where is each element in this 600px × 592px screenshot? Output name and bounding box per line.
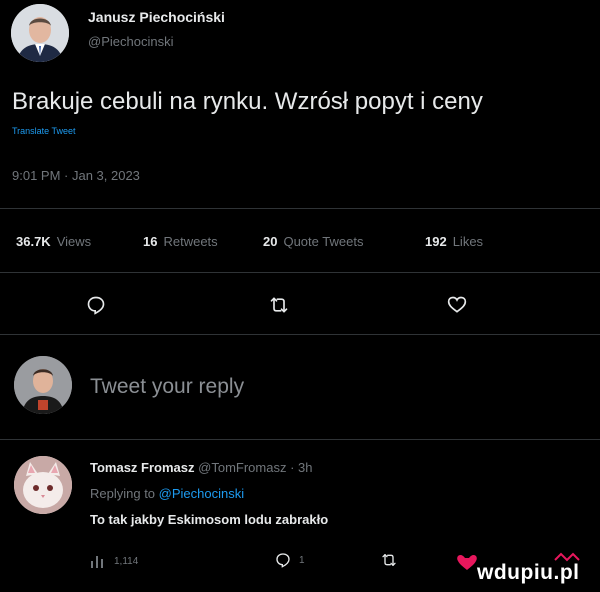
reply-retweet-button[interactable] — [380, 552, 398, 568]
comment-icon — [276, 553, 290, 568]
watermark-text: wdupiu.pl — [477, 561, 580, 584]
divider-stats-bottom — [0, 272, 600, 273]
replying-to-line: Replying to @Piechocinski — [90, 486, 244, 501]
retweet-icon — [270, 297, 288, 313]
divider-actions-bottom — [0, 334, 600, 335]
tweet-timestamp[interactable]: 9:01 PM · Jan 3, 2023 — [12, 168, 140, 183]
views-count: 36.7K — [16, 234, 51, 249]
reply-author-line: Tomasz Fromasz @TomFromasz · 3h — [90, 460, 313, 475]
reply-author-avatar[interactable] — [14, 456, 72, 514]
heart-icon — [447, 296, 467, 313]
reply-button[interactable] — [82, 292, 110, 318]
retweet-icon — [382, 554, 396, 566]
reply-input[interactable]: Tweet your reply — [90, 375, 244, 399]
reply-views-count: 1,114 — [114, 555, 139, 567]
likes-label: Likes — [452, 234, 484, 249]
like-button[interactable] — [443, 292, 471, 318]
reply-comment-button[interactable]: 1 — [275, 552, 305, 568]
reply-author-name[interactable]: Tomasz Fromasz — [90, 460, 195, 475]
reply-author-handle[interactable]: @TomFromasz — [198, 460, 286, 475]
replying-to-link[interactable]: @Piechocinski — [159, 486, 244, 501]
tweet-text: Brakuje cebuli na rynku. Wzrósł popyt i … — [12, 88, 483, 115]
reply-time[interactable]: · 3h — [290, 460, 312, 475]
quotes-count: 20 — [263, 234, 278, 249]
retweet-button[interactable] — [264, 292, 294, 318]
stat-quote-tweets[interactable]: 20 Quote Tweets — [263, 234, 363, 249]
views-icon — [91, 556, 103, 568]
author-name[interactable]: Janusz Piechociński — [88, 9, 225, 25]
likes-count: 192 — [425, 234, 447, 249]
reply-text: To tak jakby Eskimosom lodu zabrakło — [90, 512, 329, 527]
translate-tweet-link[interactable]: Translate Tweet — [12, 126, 76, 136]
views-label: Views — [56, 234, 92, 249]
divider-stats-top — [0, 208, 600, 209]
current-user-avatar[interactable] — [14, 356, 72, 414]
retweets-count: 16 — [143, 234, 158, 249]
quotes-label: Quote Tweets — [283, 234, 364, 249]
stat-retweets[interactable]: 16 Retweets — [143, 234, 218, 249]
stat-likes[interactable]: 192 Likes — [425, 234, 483, 249]
comment-icon — [87, 296, 105, 315]
stat-views[interactable]: 36.7K Views — [16, 234, 91, 249]
replying-to-label: Replying to — [90, 486, 156, 501]
retweets-label: Retweets — [163, 234, 218, 249]
reply-views-button[interactable]: 1,114 — [90, 554, 138, 568]
divider-composer-bottom — [0, 439, 600, 440]
author-handle[interactable]: @Piechocinski — [88, 34, 173, 49]
reply-comment-count: 1 — [299, 554, 305, 566]
author-avatar[interactable] — [11, 4, 69, 62]
